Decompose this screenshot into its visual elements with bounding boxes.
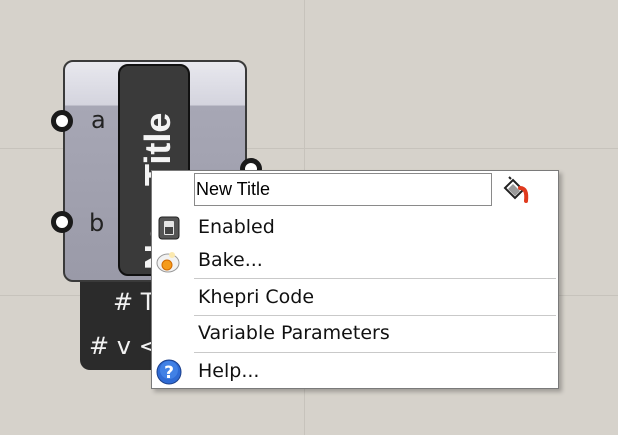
enabled-icon — [158, 216, 180, 240]
help-icon: ? — [156, 359, 182, 385]
menu-separator — [194, 315, 556, 316]
menu-item-label: Khepri Code — [198, 286, 315, 308]
menu-item-enabled[interactable]: Enabled — [153, 211, 557, 245]
input-label-a: a — [91, 106, 106, 134]
input-grip-a[interactable] — [51, 110, 73, 132]
input-grip-b[interactable] — [51, 211, 73, 233]
menu-separator — [194, 352, 556, 353]
svg-text:?: ? — [164, 363, 174, 383]
menu-item-bake[interactable]: Bake... — [153, 244, 557, 278]
menu-item-label: Bake... — [198, 249, 263, 271]
component-footer-line-2: # v < — [89, 332, 159, 360]
menu-item-label: Enabled — [198, 216, 275, 238]
menu-item-label: Help... — [198, 360, 260, 382]
menu-item-label: Variable Parameters — [198, 322, 390, 344]
menu-separator — [194, 278, 556, 279]
paint-bucket-icon[interactable] — [500, 175, 530, 205]
bake-icon — [156, 252, 180, 273]
input-label-b: b — [89, 209, 105, 237]
context-menu: Enabled Bake... Khepri Code Variable Par… — [151, 170, 559, 389]
component-footer-line-1: # T — [113, 288, 156, 316]
menu-item-khepri-code[interactable]: Khepri Code — [153, 281, 557, 315]
component-name-input[interactable] — [194, 173, 492, 206]
menu-item-help[interactable]: ? Help... — [153, 355, 557, 389]
menu-item-variable-parameters[interactable]: Variable Parameters — [153, 317, 557, 351]
